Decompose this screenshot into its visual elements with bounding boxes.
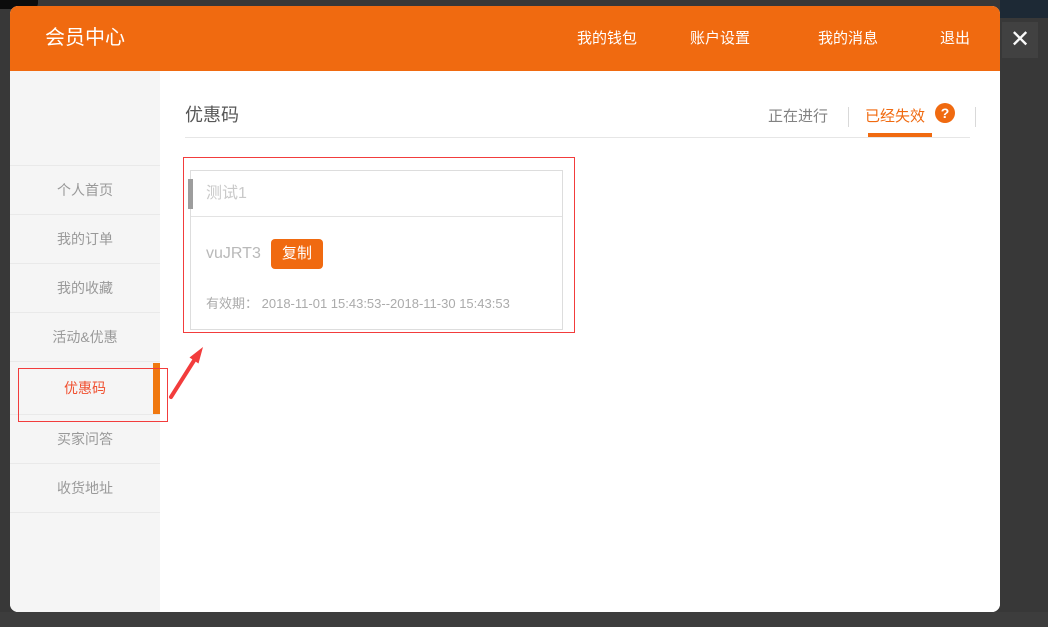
nav-item-logout[interactable]: 退出 [940,6,970,71]
sidebar-item-label: 我的收藏 [57,280,113,296]
help-icon[interactable]: ? [935,103,955,123]
tab-divider [975,107,976,127]
sidebar-item-label: 活动&优惠 [52,329,117,345]
sidebar-item-label: 个人首页 [57,182,113,198]
close-icon: ✕ [1010,26,1030,53]
validity-label: 有效期： [206,296,258,311]
tab-divider [848,107,849,127]
nav-item-messages[interactable]: 我的消息 [818,6,878,71]
sidebar-item-label: 我的订单 [57,231,113,247]
annotation-arrow-icon [165,343,210,403]
sidebar-item-my-favorites[interactable]: 我的收藏 [10,264,160,313]
sidebar-item-activities-discounts[interactable]: 活动&优惠 [10,313,160,362]
screen: { "header": { "title": "会员中心", "nav": [ … [0,0,1048,627]
sidebar-item-shipping-address[interactable]: 收货地址 [10,464,160,513]
content-title: 优惠码 [185,101,239,127]
page-title: 会员中心 [45,6,125,71]
coupon-code: vuJRT3 [206,239,261,269]
close-button[interactable]: ✕ [1002,22,1038,58]
sidebar-item-label: 买家问答 [57,431,113,447]
coupon-name: 测试1 [206,171,247,217]
sidebar-item-my-orders[interactable]: 我的订单 [10,215,160,264]
nav-item-wallet[interactable]: 我的钱包 [577,6,637,71]
sidebar: 个人首页 我的订单 我的收藏 活动&优惠 优惠码 买家问答 收货地址 [10,71,160,612]
sidebar-active-indicator [153,363,160,414]
sidebar-item-coupon-code[interactable]: 优惠码 [10,362,160,415]
modal-header: 会员中心 我的钱包 账户设置 我的消息 退出 [10,6,1000,71]
background-bottom-strip [0,612,1048,627]
content-header-divider [185,137,970,138]
coupon-card: 测试1 vuJRT3 复制 有效期： 2018-11-01 15:43:53--… [190,170,563,330]
sidebar-item-buyer-qa[interactable]: 买家问答 [10,415,160,464]
validity-value: 2018-11-01 15:43:53--2018-11-30 15:43:53 [262,296,510,311]
sidebar-item-label: 优惠码 [64,380,106,396]
sidebar-item-label: 收货地址 [57,480,113,496]
list-marker-icon [188,179,193,209]
content-panel: 优惠码 正在进行 已经失效 ? 测试1 vuJRT3 复制 有效期： 2018-… [160,71,1000,612]
tab-in-progress[interactable]: 正在进行 [768,105,828,126]
coupon-validity: 有效期： 2018-11-01 15:43:53--2018-11-30 15:… [206,293,510,312]
tab-expired[interactable]: 已经失效 [865,105,925,126]
sidebar-spacer [10,71,160,166]
copy-button[interactable]: 复制 [271,239,323,269]
background-topbar-fragment [1000,0,1048,18]
nav-item-account-settings[interactable]: 账户设置 [690,6,750,71]
coupon-card-header: 测试1 [191,171,562,217]
member-center-modal: 会员中心 我的钱包 账户设置 我的消息 退出 个人首页 我的订单 我的收藏 活动… [10,6,1000,612]
sidebar-item-personal-home[interactable]: 个人首页 [10,166,160,215]
